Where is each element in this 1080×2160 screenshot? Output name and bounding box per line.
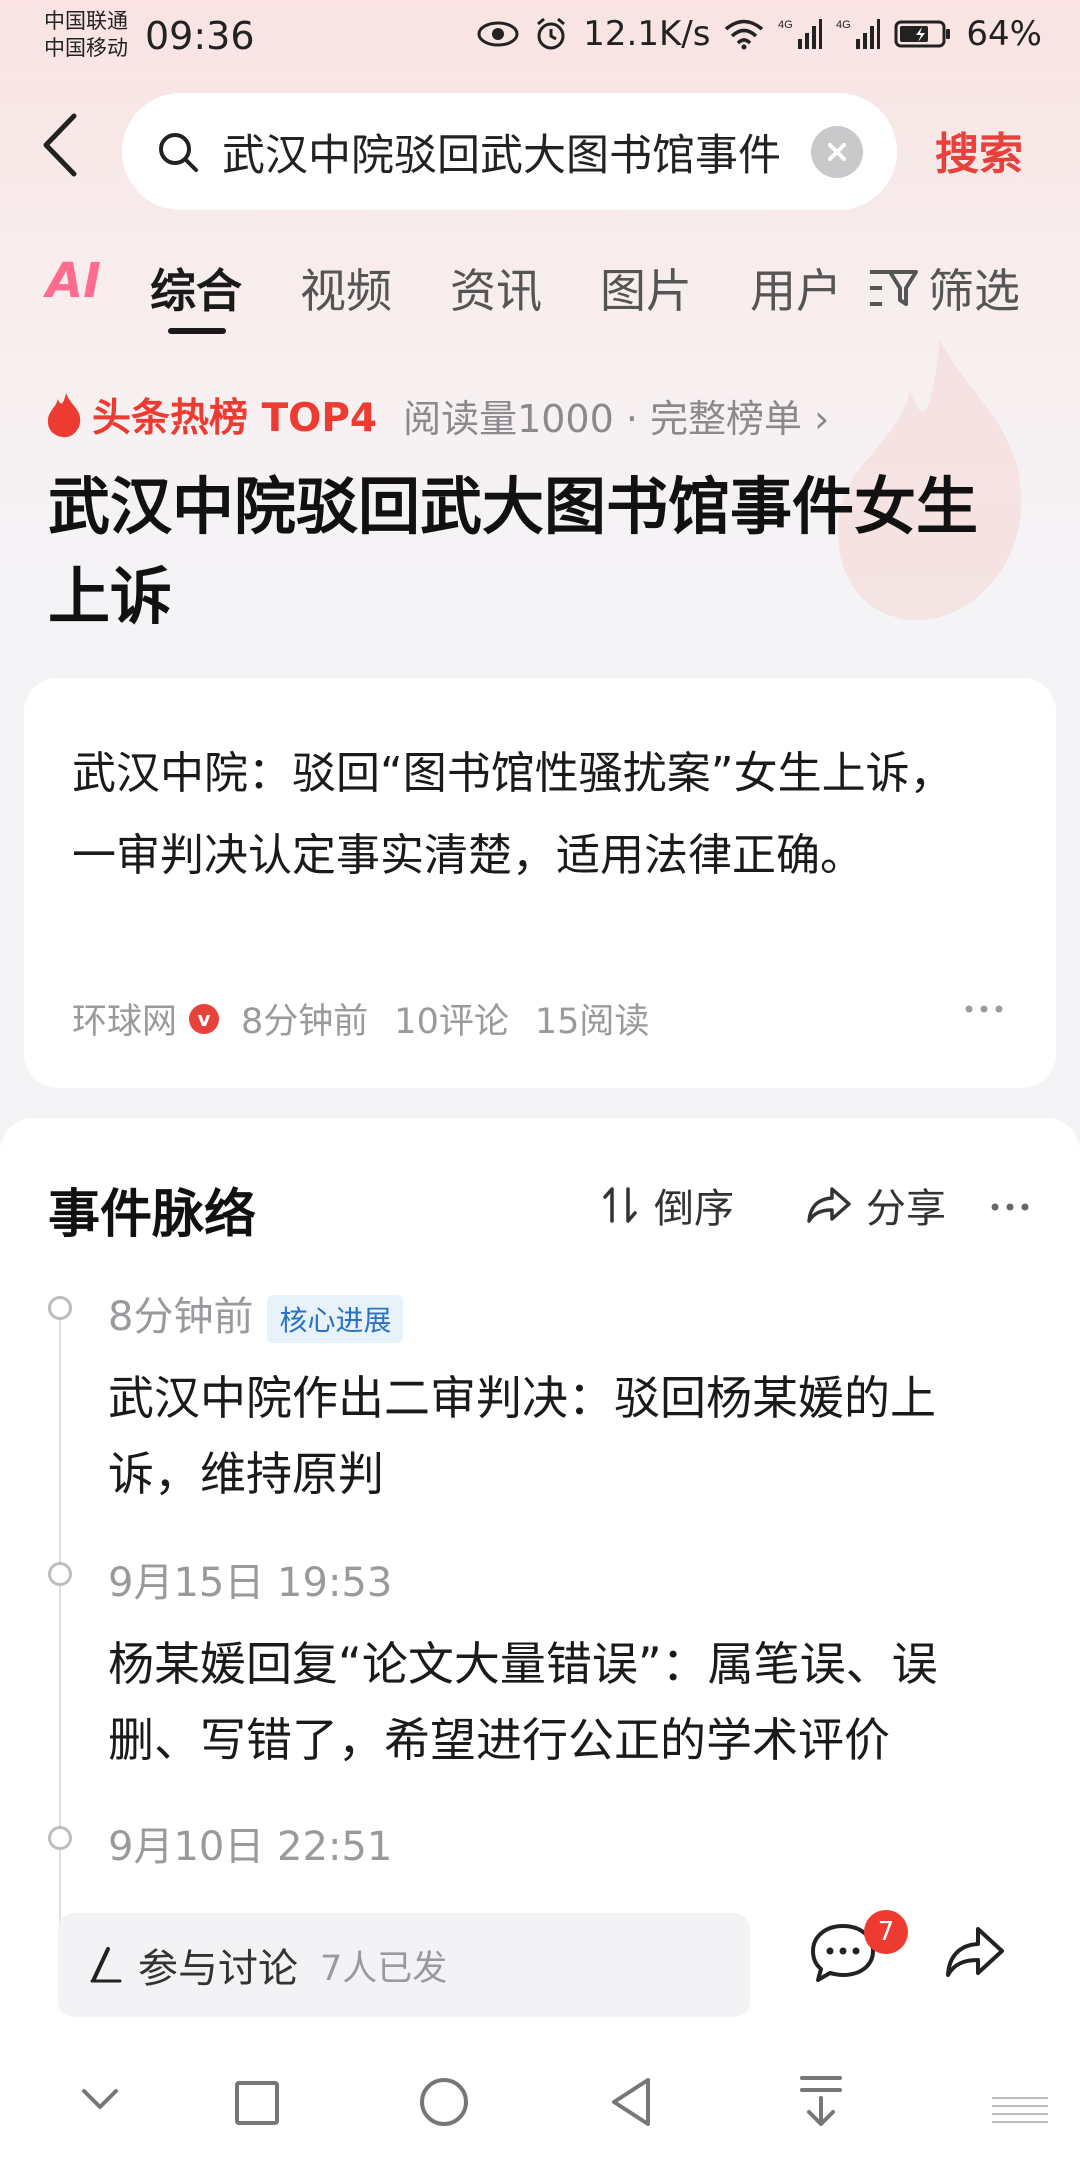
battery-level: 64% [966,14,1042,54]
svg-text:4G: 4G [778,19,793,31]
timeline-line [59,1298,61,1998]
tab-ai[interactable]: AI [46,253,101,309]
more-options-icon[interactable] [964,1004,1004,1014]
timeline-event-time: 9月10日 22:51 [108,1824,393,1870]
article-reads: 15阅读 [534,1002,650,1042]
article-meta: 环球网 v 8分钟前 10评论 15阅读 [72,993,649,1044]
clear-search-button[interactable] [811,126,863,178]
hot-rank-row[interactable]: 头条热榜 TOP4 阅读量1000 · 完整榜单 › [44,385,829,445]
event-time-text: 8分钟前 [108,1294,254,1340]
tab-images[interactable]: 图片 [600,255,692,321]
keyboard-lines-icon [992,2097,1048,2123]
timeline-dot [48,1562,72,1586]
status-bar: 中国联通 中国移动 09:36 12.1K/s 4G 4G 64% [0,0,1080,75]
carrier-mobile: 中国移动 [44,36,128,60]
timeline-event-time: 8分钟前 核心进展 [108,1284,404,1343]
core-progress-badge: 核心进展 [267,1295,404,1343]
comment-count-badge: 7 [864,1910,908,1954]
article-card[interactable]: 武汉中院：驳回“图书馆性骚扰案”女生上诉，一审判决认定事实清楚，适用法律正确。 … [24,678,1056,1088]
search-icon [159,132,198,172]
chevron-down-icon[interactable] [80,2086,120,2112]
timeline-more-icon[interactable] [990,1202,1030,1212]
carrier-info: 中国联通 中国移动 [44,8,128,62]
search-button[interactable]: 搜索 [935,118,1023,182]
svg-text:4G: 4G [836,19,851,31]
timeline-dot [48,1296,72,1320]
share-icon [807,1187,851,1223]
article-time: 8分钟前 [241,1002,369,1042]
hot-rank-meta[interactable]: 阅读量1000 · 完整榜单 › [403,388,829,443]
category-tabs: AI 综合 视频 资讯 图片 用户 筛选 [0,245,1080,335]
recent-apps-icon[interactable] [234,2080,280,2126]
discuss-count: 7人已发 [320,1948,448,1989]
search-input[interactable]: 武汉中院驳回武大图书馆事件 [222,121,782,183]
article-comments: 10评论 [394,1002,509,1042]
share-button[interactable] [944,1924,1014,1994]
carrier-unicom: 中国联通 [44,9,128,33]
discuss-input[interactable]: 参与讨论 7人已发 [58,1913,750,2017]
filter-button[interactable]: 筛选 [868,255,1020,321]
timeline-event-text[interactable]: 杨某媛回复“论文大量错误”：属笔误、误删、写错了，希望进行公正的学术评价 [108,1626,1008,1778]
search-box[interactable]: 武汉中院驳回武大图书馆事件 [122,93,897,210]
back-nav-icon[interactable] [608,2076,654,2128]
home-icon[interactable] [418,2076,470,2128]
signal-4g-icon: 4G [778,19,823,49]
sort-icon [603,1187,637,1223]
share-icon [946,1927,1004,1977]
active-tab-indicator [168,328,226,334]
discuss-label: 参与讨论 [138,1946,298,1992]
wifi-icon [725,19,764,50]
alarm-icon [537,17,566,50]
tab-users[interactable]: 用户 [750,255,842,321]
timeline-title: 事件脉络 [48,1185,257,1245]
hot-rank-label: 头条热榜 TOP4 [92,396,378,441]
filter-label: 筛选 [928,264,1020,318]
share-label: 分享 [866,1186,946,1232]
tab-comprehensive[interactable]: 综合 [150,255,242,321]
sort-button[interactable]: 倒序 [602,1176,734,1234]
verified-badge-icon: v [189,1003,220,1034]
battery-icon [894,20,951,48]
system-nav-bar [0,2050,1080,2160]
signal-4g-icon-2: 4G [836,19,881,49]
fire-icon [47,393,81,438]
filter-icon [870,270,918,306]
close-icon [828,143,846,161]
article-headline[interactable]: 武汉中院：驳回“图书馆性骚扰案”女生上诉，一审判决认定事实清楚，适用法律正确。 [72,733,972,897]
timeline-event-text[interactable]: 武汉中院作出二审判决：驳回杨某媛的上诉，维持原判 [108,1360,1008,1512]
sort-label: 倒序 [654,1186,734,1232]
status-indicators: 12.1K/s 4G 4G 64% [477,14,1042,54]
search-row: 武汉中院驳回武大图书馆事件 搜索 [0,88,1080,213]
pen-icon [90,1947,122,1983]
eye-icon [477,21,519,47]
notification-pulldown-icon[interactable] [798,2074,844,2128]
chevron-left-icon [43,113,77,177]
status-time: 09:36 [145,14,255,58]
share-timeline-button[interactable]: 分享 [806,1176,946,1234]
tab-news[interactable]: 资讯 [450,255,542,321]
article-source[interactable]: 环球网 [72,993,177,1044]
timeline-event-time: 9月15日 19:53 [108,1560,393,1606]
timeline-dot [48,1826,72,1850]
tab-video[interactable]: 视频 [300,255,392,321]
back-button[interactable] [40,112,100,192]
net-speed: 12.1K/s [583,14,711,54]
page-title: 武汉中院驳回武大图书馆事件女生上诉 [48,470,979,633]
